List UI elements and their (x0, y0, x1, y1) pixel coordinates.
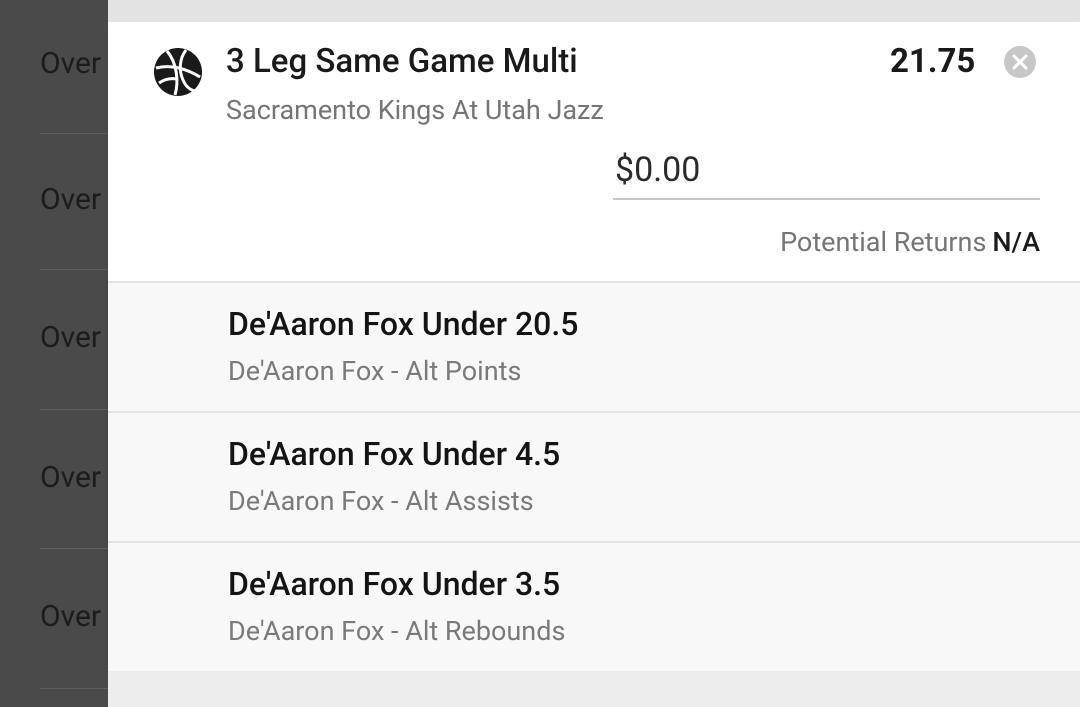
leg-selection: De'Aaron Fox Under 20.5 (228, 305, 579, 343)
background-row-label: Over (40, 460, 102, 495)
stake-input[interactable]: $0.00 (613, 150, 1040, 200)
divider (40, 688, 108, 689)
divider (40, 133, 108, 134)
background-row-label: Over (40, 320, 102, 355)
leg-market: De'Aaron Fox - Alt Rebounds (228, 615, 566, 647)
stake-value: $0.00 (615, 150, 701, 190)
background-market-list: Over Over Over Over Over (0, 0, 108, 707)
basketball-icon (154, 48, 202, 96)
potential-returns: Potential Returns N/A (780, 226, 1040, 258)
leg-selection: De'Aaron Fox Under 3.5 (228, 565, 561, 603)
potential-returns-value: N/A (992, 226, 1040, 258)
panel-top-strip (108, 0, 1080, 22)
same-game-multi-card: 3 Leg Same Game Multi Sacramento Kings A… (108, 22, 1080, 671)
divider (40, 409, 108, 410)
remove-bet-button[interactable] (1004, 46, 1036, 78)
legs-list: De'Aaron Fox Under 20.5 De'Aaron Fox - A… (108, 281, 1080, 671)
divider (40, 269, 108, 270)
bet-title: 3 Leg Same Game Multi (226, 42, 578, 81)
background-row-label: Over (40, 182, 102, 217)
background-row-label: Over (40, 599, 102, 634)
leg-row: De'Aaron Fox Under 4.5 De'Aaron Fox - Al… (108, 411, 1080, 541)
leg-row: De'Aaron Fox Under 3.5 De'Aaron Fox - Al… (108, 541, 1080, 671)
event-name: Sacramento Kings At Utah Jazz (226, 94, 604, 126)
leg-market: De'Aaron Fox - Alt Assists (228, 485, 534, 517)
leg-selection: De'Aaron Fox Under 4.5 (228, 435, 561, 473)
leg-row: De'Aaron Fox Under 20.5 De'Aaron Fox - A… (108, 281, 1080, 411)
potential-returns-label: Potential Returns (780, 226, 987, 258)
close-icon (1012, 54, 1028, 70)
background-row-label: Over (40, 46, 102, 81)
leg-market: De'Aaron Fox - Alt Points (228, 355, 522, 387)
divider (40, 548, 108, 549)
odds-value: 21.75 (890, 42, 976, 81)
